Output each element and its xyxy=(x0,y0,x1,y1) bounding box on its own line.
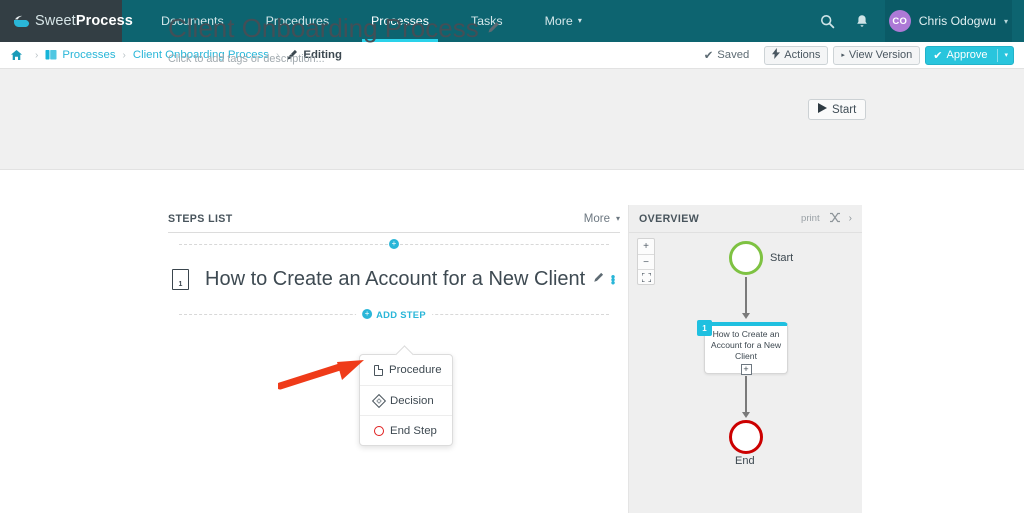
breadcrumb-bar: › Processes › Client Onboarding Process … xyxy=(0,42,1024,69)
status-badge-saved: ✔ Saved xyxy=(704,49,750,62)
menu-item-label: End Step xyxy=(390,424,437,437)
menu-item-procedure[interactable]: Procedure xyxy=(360,355,452,385)
zoom-controls: + − xyxy=(637,238,655,285)
page-title: Client Onboarding Process xyxy=(168,13,500,44)
steps-more-label: More xyxy=(583,212,610,225)
home-icon[interactable] xyxy=(10,49,23,61)
step-title: How to Create an Account for a New Clien… xyxy=(205,268,604,291)
plus-box-icon[interactable]: + xyxy=(740,364,752,375)
menu-item-label: Decision xyxy=(390,394,434,407)
breadcrumb-actions: ✔ Saved Actions ▸ View Version ✔ Approve… xyxy=(704,45,1014,65)
diagram-start-label: Start xyxy=(770,252,794,264)
pencil-icon[interactable] xyxy=(593,272,604,286)
add-step-divider: + ADD STEP xyxy=(168,303,620,325)
menu-item-end-step[interactable]: End Step xyxy=(360,415,452,445)
approve-button[interactable]: ✔ Approve ▾ xyxy=(925,45,1014,65)
pencil-icon[interactable] xyxy=(487,21,500,37)
app-window: SweetProcess Documents Procedures Proces… xyxy=(0,0,1024,513)
plus-circle-icon[interactable]: + xyxy=(389,239,399,249)
view-version-label: View Version xyxy=(848,49,913,61)
print-button[interactable]: print xyxy=(801,213,820,224)
list-item[interactable]: 1 How to Create an Account for a New Cli… xyxy=(168,255,620,303)
breadcrumb-separator: › xyxy=(35,49,39,61)
zoom-out-button[interactable]: − xyxy=(638,254,654,269)
top-navigation-bar: SweetProcess Documents Procedures Proces… xyxy=(0,0,1024,42)
page-description-placeholder[interactable]: Click to add tags or description... xyxy=(168,53,325,65)
diagram-end-node[interactable] xyxy=(729,420,763,454)
add-step-type-menu: Procedure Decision End Step xyxy=(359,354,453,446)
logo-word-process: Process xyxy=(75,13,133,29)
menu-item-decision[interactable]: Decision xyxy=(360,385,452,415)
check-icon: ✔ xyxy=(933,49,943,62)
add-step-button[interactable]: + ADD STEP xyxy=(356,308,432,320)
add-step-label: ADD STEP xyxy=(376,308,426,320)
shuffle-icon[interactable] xyxy=(829,212,840,226)
diagram-node-text: How to Create an Account for a New Clien… xyxy=(710,329,782,361)
circle-icon xyxy=(374,425,384,436)
actions-label: Actions xyxy=(784,49,821,61)
insert-step-divider-top: + xyxy=(168,233,620,255)
approve-dropdown-caret[interactable]: ▾ xyxy=(997,48,1008,62)
page-title-text: Client Onboarding Process xyxy=(168,13,479,43)
kebab-menu-icon[interactable]: • • • xyxy=(606,270,620,289)
overview-title: OVERVIEW xyxy=(639,212,700,225)
chevron-down-icon: ▾ xyxy=(1003,16,1008,26)
bolt-icon xyxy=(772,48,781,62)
overview-header: OVERVIEW print › xyxy=(629,205,862,233)
steps-list-header: STEPS LIST More ▾ xyxy=(168,205,620,233)
approve-label: Approve xyxy=(946,49,988,61)
diagram-start-node[interactable] xyxy=(729,241,763,275)
breadcrumb-item-processes[interactable]: Processes xyxy=(62,49,115,61)
step-number: 1 xyxy=(178,280,183,288)
red-arrow-annotation xyxy=(276,358,370,395)
fit-to-screen-button[interactable] xyxy=(638,269,654,284)
chevron-down-icon: ▾ xyxy=(577,16,582,25)
step-title-text: How to Create an Account for a New Clien… xyxy=(205,267,586,290)
logo-word-sweet: Sweet xyxy=(35,13,76,29)
play-icon xyxy=(818,103,827,116)
play-icon: ▸ xyxy=(841,52,845,59)
chevron-down-icon: ▾ xyxy=(615,214,620,223)
menu-item-label: Procedure xyxy=(389,364,442,376)
check-icon: ✔ xyxy=(703,49,714,62)
diagram-connector-start-to-node xyxy=(745,277,747,315)
avatar: CO xyxy=(888,10,911,32)
chevron-right-icon[interactable]: › xyxy=(849,213,852,224)
diagram-connector-node-to-end xyxy=(745,376,747,414)
steps-list-panel: STEPS LIST More ▾ + 1 How to Create an A… xyxy=(168,205,620,325)
page-icon xyxy=(374,364,383,376)
user-name: Chris Odogwu xyxy=(918,14,996,28)
breadcrumb-separator: › xyxy=(122,49,126,61)
arrow-head-icon xyxy=(742,412,750,418)
actions-button[interactable]: Actions xyxy=(764,45,829,65)
diagram-end-label: End xyxy=(735,455,755,467)
start-label: Start xyxy=(832,103,857,116)
diagram-procedure-node[interactable]: 1 How to Create an Account for a New Cli… xyxy=(697,320,788,375)
bell-icon[interactable] xyxy=(845,0,879,42)
page-header-band xyxy=(0,69,1024,170)
nav-item-more[interactable]: More ▾ xyxy=(524,0,603,42)
diamond-icon xyxy=(371,393,387,408)
logo-wordmark: SweetProcess xyxy=(35,13,133,29)
sweetprocess-cup-logo xyxy=(13,15,30,28)
document-icon: 1 xyxy=(172,268,189,290)
saved-label: Saved xyxy=(717,49,750,61)
nav-right-cluster: CO Chris Odogwu ▾ xyxy=(811,0,1024,42)
view-version-button[interactable]: ▸ View Version xyxy=(833,45,921,65)
start-button[interactable]: Start xyxy=(808,99,867,120)
stack-icon xyxy=(45,49,57,61)
overview-tools: print › xyxy=(801,212,852,226)
diagram-node-badge: 1 xyxy=(697,320,712,336)
nav-label: More xyxy=(544,14,573,28)
user-menu[interactable]: CO Chris Odogwu ▾ xyxy=(884,0,1012,42)
plus-circle-icon: + xyxy=(362,309,373,319)
arrow-head-icon xyxy=(742,313,750,319)
steps-list-title: STEPS LIST xyxy=(168,212,233,225)
search-icon[interactable] xyxy=(811,0,845,42)
zoom-in-button[interactable]: + xyxy=(638,239,654,254)
steps-more-button[interactable]: More ▾ xyxy=(584,213,620,225)
app-logo[interactable]: SweetProcess xyxy=(0,0,133,42)
